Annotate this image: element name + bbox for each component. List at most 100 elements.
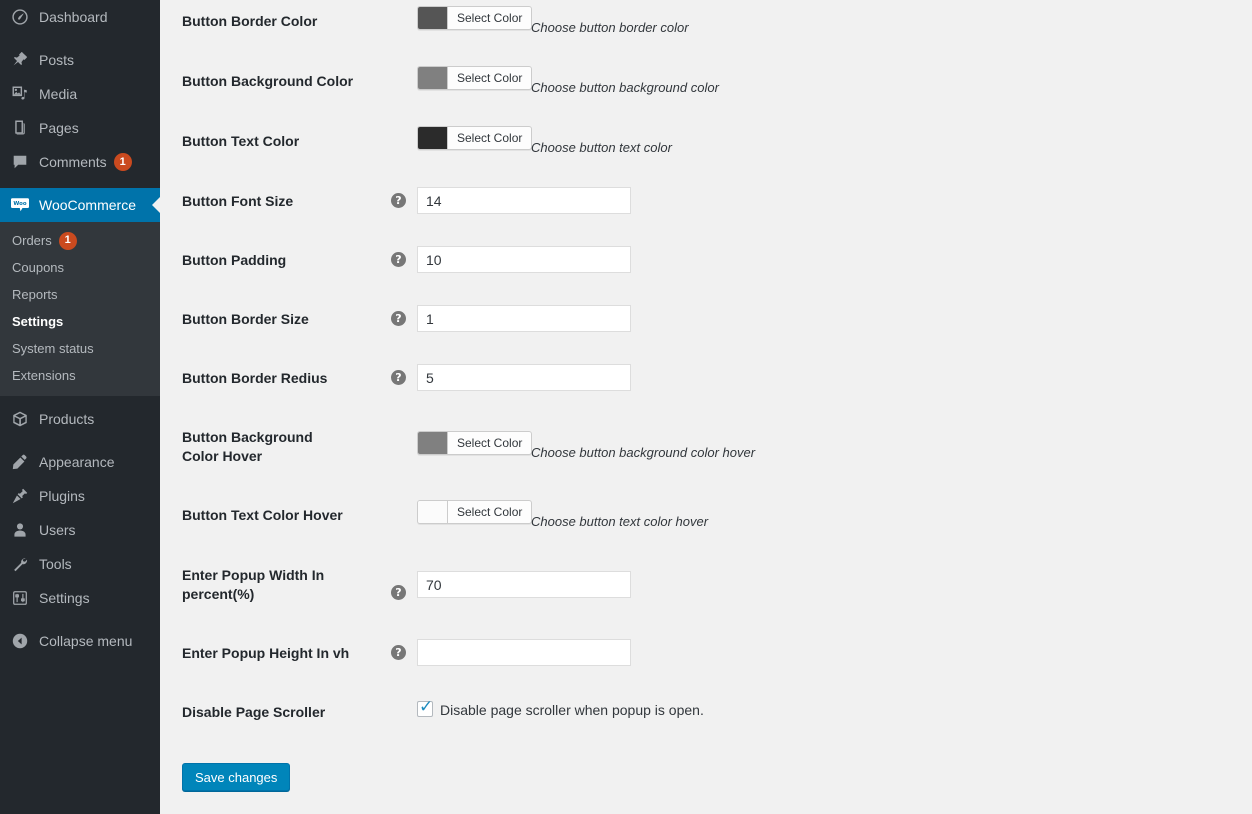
appearance-icon — [10, 452, 30, 472]
select-color-label: Select Color — [457, 505, 523, 519]
sidebar-item-products[interactable]: Products — [0, 402, 160, 436]
sidebar-item-settings[interactable]: Settings — [0, 581, 160, 615]
submenu-item-label: Reports — [12, 287, 58, 302]
sidebar-item-label: Users — [39, 522, 76, 538]
plugins-icon — [10, 486, 30, 506]
comments-count-badge: 1 — [113, 153, 132, 171]
submenu-item-orders[interactable]: Orders 1 — [0, 227, 160, 254]
select-color-label: Select Color — [457, 131, 523, 145]
sidebar-item-appearance[interactable]: Appearance — [0, 445, 160, 479]
sidebar-item-label: Media — [39, 86, 78, 102]
comment-icon — [10, 152, 30, 172]
sidebar-item-dashboard[interactable]: Dashboard — [0, 0, 160, 34]
field-label-popup-width: Enter Popup Width In percent(%) — [182, 567, 325, 602]
sidebar-item-label: Plugins — [39, 488, 85, 504]
sidebar-item-label: Settings — [39, 590, 90, 606]
sidebar-item-label: WooCommerce — [39, 197, 136, 213]
sidebar-item-label: Pages — [39, 120, 79, 136]
color-swatch — [418, 432, 448, 454]
disable-page-scroller-checkbox[interactable]: ✓ — [417, 697, 434, 717]
submenu-item-label: Coupons — [12, 260, 65, 275]
sidebar-item-comments[interactable]: Comments 1 — [0, 145, 160, 179]
color-picker-button-border-color[interactable]: Select Color — [417, 6, 533, 30]
submenu-item-system-status[interactable]: System status — [0, 335, 160, 362]
menu-separator — [0, 436, 160, 445]
help-icon[interactable]: ? — [391, 193, 406, 208]
admin-sidebar: Dashboard Posts Media Pages Comments 1 W… — [0, 0, 160, 814]
submenu-item-coupons[interactable]: Coupons — [0, 254, 160, 281]
field-label-button-text-color: Button Text Color — [182, 133, 300, 149]
select-color-label: Select Color — [457, 436, 523, 450]
help-icon[interactable]: ? — [391, 645, 406, 660]
media-icon — [10, 84, 30, 104]
sidebar-item-plugins[interactable]: Plugins — [0, 479, 160, 513]
button-border-size-input[interactable] — [417, 305, 631, 332]
sidebar-item-label: Appearance — [39, 454, 115, 470]
woocommerce-submenu: Orders 1 Coupons Reports Settings System… — [0, 222, 160, 396]
select-color-label: Select Color — [457, 71, 523, 85]
field-label-button-border-radius: Button Border Redius — [182, 370, 328, 386]
field-label-button-border-size: Button Border Size — [182, 311, 309, 327]
popup-height-input[interactable] — [417, 639, 631, 666]
menu-separator — [0, 34, 160, 43]
help-icon[interactable]: ? — [391, 311, 406, 326]
tools-icon — [10, 554, 30, 574]
menu-separator — [0, 615, 160, 624]
sidebar-item-woocommerce[interactable]: Woo WooCommerce — [0, 188, 160, 222]
help-icon[interactable]: ? — [391, 370, 406, 385]
sidebar-item-posts[interactable]: Posts — [0, 43, 160, 77]
sidebar-item-users[interactable]: Users — [0, 513, 160, 547]
field-label-popup-height: Enter Popup Height In vh — [182, 645, 350, 661]
color-picker-button-background-color-hover[interactable]: Select Color — [417, 431, 533, 455]
select-color-label: Select Color — [457, 11, 523, 25]
field-description-button-border-color: Choose button border color — [531, 20, 689, 35]
color-swatch — [418, 501, 448, 523]
checkmark-icon: ✓ — [419, 697, 434, 717]
field-label-button-background-color-hover: Button Background Color Hover — [182, 429, 313, 464]
sidebar-item-label: Dashboard — [39, 9, 108, 25]
svg-text:Woo: Woo — [13, 201, 26, 207]
products-icon — [10, 409, 30, 429]
current-menu-arrow-icon — [152, 197, 160, 213]
settings-form-panel: Button Border Color Select Color Choose … — [160, 0, 1252, 814]
popup-width-input[interactable] — [417, 571, 631, 598]
color-swatch — [418, 7, 448, 29]
sidebar-item-pages[interactable]: Pages — [0, 111, 160, 145]
sidebar-item-label: Posts — [39, 52, 75, 68]
field-description-button-text-color-hover: Choose button text color hover — [531, 514, 709, 529]
field-description-button-background-color: Choose button background color — [531, 80, 719, 95]
sidebar-item-collapse-menu[interactable]: Collapse menu — [0, 624, 160, 658]
field-label-button-font-size: Button Font Size — [182, 193, 294, 209]
color-picker-button-text-color[interactable]: Select Color — [417, 126, 533, 150]
color-picker-button-text-color-hover[interactable]: Select Color — [417, 500, 533, 524]
button-font-size-input[interactable] — [417, 187, 631, 214]
users-icon — [10, 520, 30, 540]
submenu-item-label: Settings — [12, 314, 64, 329]
field-label-button-border-color: Button Border Color — [182, 13, 318, 29]
sidebar-item-tools[interactable]: Tools — [0, 547, 160, 581]
submenu-item-reports[interactable]: Reports — [0, 281, 160, 308]
submenu-item-settings[interactable]: Settings — [0, 308, 160, 335]
pages-icon — [10, 118, 30, 138]
color-swatch — [418, 127, 448, 149]
color-picker-button-background-color[interactable]: Select Color — [417, 66, 533, 90]
sidebar-item-label: Tools — [39, 556, 72, 572]
sidebar-item-label: Products — [39, 411, 95, 427]
button-border-radius-input[interactable] — [417, 364, 631, 391]
color-swatch — [418, 67, 448, 89]
sidebar-item-label: Collapse menu — [39, 633, 133, 649]
submenu-item-extensions[interactable]: Extensions — [0, 362, 160, 389]
submenu-item-label: Extensions — [12, 368, 76, 383]
field-label-button-padding: Button Padding — [182, 252, 287, 268]
field-label-button-text-color-hover: Button Text Color Hover — [182, 507, 343, 523]
button-padding-input[interactable] — [417, 246, 631, 273]
field-label-disable-page-scroller: Disable Page Scroller — [182, 704, 326, 720]
save-changes-button[interactable]: Save changes — [182, 763, 291, 791]
dashboard-icon — [10, 7, 30, 27]
submenu-item-label: Orders — [12, 233, 52, 248]
help-icon[interactable]: ? — [391, 585, 406, 600]
help-icon[interactable]: ? — [391, 252, 406, 267]
pin-icon — [10, 50, 30, 70]
collapse-icon — [10, 631, 30, 651]
sidebar-item-media[interactable]: Media — [0, 77, 160, 111]
